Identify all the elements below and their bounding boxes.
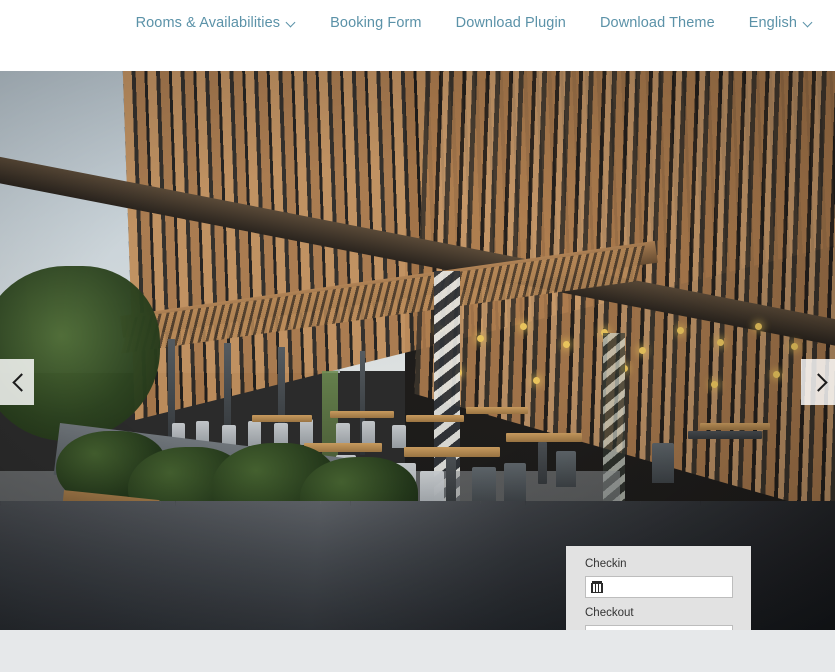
checkout-input[interactable]: [585, 624, 733, 630]
main-navigation: Rooms & Availabilities Booking Form Down…: [0, 0, 835, 71]
page-root: Rooms & Availabilities Booking Form Down…: [0, 0, 835, 672]
calendar-icon: [591, 580, 603, 593]
carousel-next-button[interactable]: [801, 359, 835, 405]
booking-search-form: Checkin Checkout Persons 👩 👨 1 Check ava…: [566, 546, 751, 630]
nav-item-download-plugin[interactable]: Download Plugin: [456, 16, 566, 31]
nav-item-rooms-availabilities[interactable]: Rooms & Availabilities: [136, 16, 297, 31]
nav-item-label: Download Theme: [599, 15, 715, 32]
chevron-down-icon: [287, 18, 296, 27]
nav-item-list: Rooms & Availabilities Booking Form Down…: [136, 16, 813, 43]
nav-item-label: English: [748, 15, 797, 32]
nav-item-label: Rooms & Availabilities: [135, 15, 281, 32]
nav-item-label: Download Plugin: [455, 15, 566, 32]
checkin-input[interactable]: [585, 575, 733, 598]
checkout-label: Checkout: [585, 606, 634, 619]
nav-item-download-theme[interactable]: Download Theme: [600, 16, 715, 31]
chevron-down-icon: [804, 18, 813, 27]
page-content-below-hero: [0, 630, 835, 672]
carousel-prev-button[interactable]: [0, 359, 34, 405]
checkin-label: Checkin: [585, 558, 627, 570]
hero-slider: Checkin Checkout Persons 👩 👨 1 Check ava…: [0, 71, 835, 630]
chevron-right-icon: [812, 376, 824, 388]
nav-item-label: Booking Form: [330, 15, 422, 32]
nav-item-booking-form[interactable]: Booking Form: [330, 16, 421, 31]
nav-item-language-english[interactable]: English: [749, 16, 813, 31]
chevron-left-icon: [11, 376, 23, 388]
